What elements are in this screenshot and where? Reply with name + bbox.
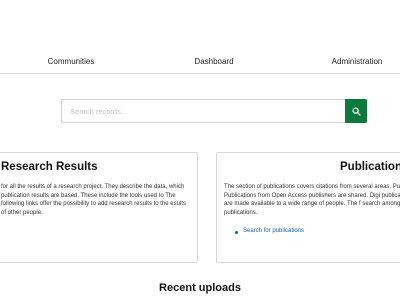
publications-title: Publications [340, 161, 400, 173]
search-icon [351, 106, 361, 116]
nav-dashboard[interactable]: Dashboard [194, 57, 233, 66]
recent-uploads-heading: Recent uploads [159, 282, 241, 294]
nav-administration[interactable]: Administration [332, 57, 383, 66]
research-results-card: Research Results for all the results of … [0, 152, 198, 263]
publications-description: The section of publications covers citat… [224, 184, 400, 216]
list-bullet [235, 231, 238, 234]
search-bar [61, 99, 367, 123]
publications-card: Publications The section of publications… [216, 152, 400, 263]
research-results-description: for all the results of a research projec… [1, 184, 186, 216]
search-publications-link[interactable]: Search for publications [243, 228, 304, 234]
search-input[interactable] [61, 99, 345, 123]
research-results-title: Research Results [1, 161, 98, 173]
top-navigation: Communities Dashboard Administration [0, 0, 400, 74]
nav-communities[interactable]: Communities [48, 57, 95, 66]
search-button[interactable] [345, 99, 367, 123]
